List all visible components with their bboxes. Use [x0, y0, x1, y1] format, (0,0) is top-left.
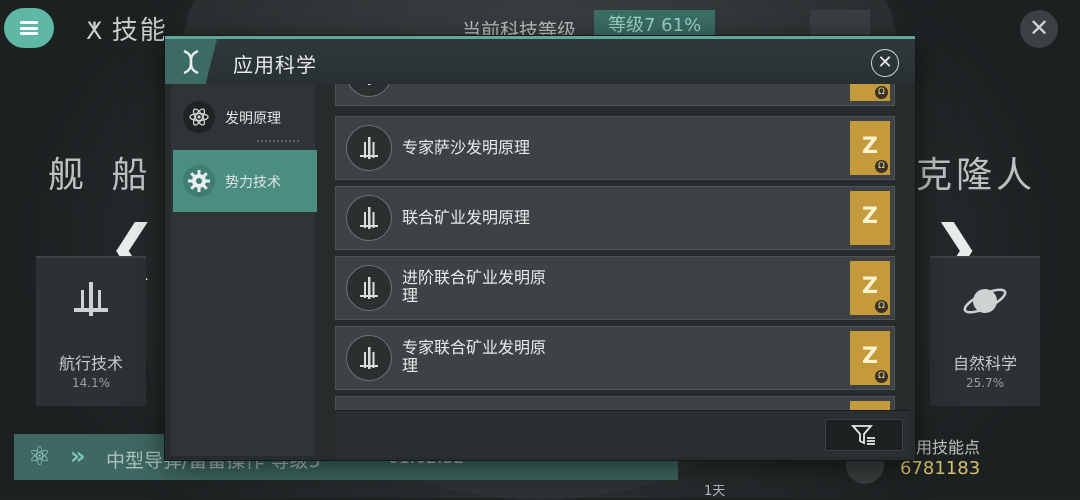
skill-name: 联合矿业发明原理 [402, 208, 531, 227]
category-sidebar: 发明原理 势力技术 [171, 84, 317, 456]
dialog-footer [335, 410, 909, 457]
z-rank-badge: Z [850, 191, 890, 245]
list-item[interactable]: 联合矿业发明原理 Z [335, 186, 895, 250]
skill-card-percent: 25.7% [965, 376, 1005, 390]
skill-points-value: 6781183 [900, 458, 981, 479]
skill-list[interactable]: ZΩ 专家萨沙发明原理 ZΩ 联合矿业发明原理 Z 进阶联合矿业发明原理 ZΩ [331, 84, 905, 410]
filter-button[interactable] [825, 419, 903, 451]
skill-card-percent: 14.1% [71, 376, 111, 390]
category-ships-label: 舰 船 [48, 155, 156, 196]
tab-divider [257, 140, 299, 142]
dialog-title: 应用科学 [233, 53, 317, 77]
z-rank-badge: ZΩ [850, 121, 890, 175]
z-rank-badge: ZΩ [850, 84, 890, 101]
category-clones-label: 克隆人 [916, 155, 1037, 196]
menu-button[interactable] [4, 8, 54, 48]
gear-icon [183, 165, 215, 197]
omega-icon: Ω [875, 86, 888, 99]
z-rank-badge: ZΩ [850, 331, 890, 385]
tab-faction-technology[interactable]: 势力技术 [173, 150, 317, 212]
ship-icon [68, 278, 114, 324]
screen-close-button[interactable]: ✕ [1020, 10, 1058, 48]
filter-icon [851, 425, 875, 445]
close-button[interactable]: ✕ [871, 49, 899, 77]
double-chevron-icon: » [70, 442, 86, 470]
close-icon: ✕ [877, 52, 893, 73]
dialog-header: 应用科学 ✕ [165, 36, 915, 84]
skill-book-icon [346, 265, 392, 311]
list-item[interactable]: ZΩ [335, 84, 895, 106]
skill-name: 专家萨沙发明原理 [402, 138, 531, 157]
skill-book-icon [346, 125, 392, 171]
skill-card-name: 航行技术 [58, 354, 123, 373]
list-item[interactable] [335, 396, 895, 410]
skill-book-icon [346, 84, 392, 97]
z-rank-badge [850, 401, 890, 410]
z-rank-badge: ZΩ [850, 261, 890, 315]
applied-science-dialog: 应用科学 ✕ 发明原理 势力技术 ZΩ [165, 36, 915, 460]
omega-icon: Ω [875, 370, 888, 383]
screen-title: ⵅ 技能 [86, 16, 168, 46]
dna-icon [165, 39, 217, 84]
planet-icon [962, 278, 1008, 324]
omega-icon: Ω [875, 160, 888, 173]
skill-name: 进阶联合矿业发明原理 [402, 268, 547, 305]
dna-icon: ⵅ [86, 17, 104, 45]
skill-card-navigation[interactable]: 航行技术 14.1% [36, 256, 146, 406]
list-item[interactable]: 进阶联合矿业发明原理 ZΩ [335, 256, 895, 320]
tab-label: 势力技术 [225, 175, 281, 191]
skill-book-icon [346, 195, 392, 241]
atom-icon: ⚛ [28, 442, 52, 472]
menu-icon [20, 21, 38, 35]
skill-name: 专家联合矿业发明原理 [402, 338, 547, 375]
skill-card-natural-science[interactable]: 自然科学 25.7% [930, 256, 1040, 406]
atom-icon [183, 101, 215, 133]
tab-invention-principles[interactable]: 发明原理 [173, 86, 317, 148]
skill-book-icon [346, 335, 392, 381]
list-item[interactable]: 专家萨沙发明原理 ZΩ [335, 116, 895, 180]
omega-icon: Ω [875, 300, 888, 313]
skill-card-name: 自然科学 [952, 354, 1017, 373]
tab-label: 发明原理 [225, 111, 281, 127]
list-item[interactable]: 专家联合矿业发明原理 ZΩ [335, 326, 895, 390]
duration-label: 1天 [704, 484, 726, 499]
